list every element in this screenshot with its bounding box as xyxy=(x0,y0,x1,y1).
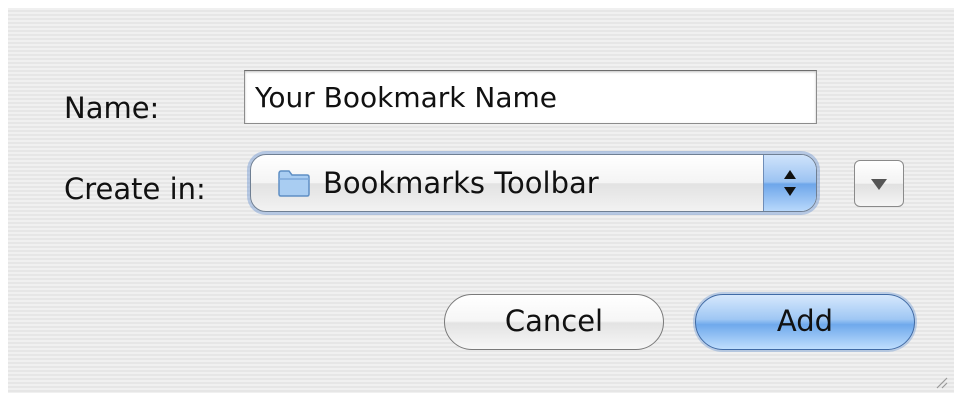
popup-stepper[interactable] xyxy=(763,155,816,211)
create-in-popup[interactable]: Bookmarks Toolbar xyxy=(250,154,817,212)
triangle-down-icon xyxy=(871,179,887,190)
create-in-selected-value: Bookmarks Toolbar xyxy=(323,166,599,200)
cancel-button[interactable]: Cancel xyxy=(444,294,664,350)
resize-grip-icon[interactable] xyxy=(934,375,948,389)
name-label: Name: xyxy=(64,91,160,125)
up-down-arrows-icon xyxy=(784,170,796,196)
create-in-label: Create in: xyxy=(64,172,206,206)
add-button[interactable]: Add xyxy=(695,294,915,350)
add-bookmark-dialog: Name: Create in: Bookmarks Toolbar Cance… xyxy=(8,8,954,393)
name-field[interactable] xyxy=(244,70,817,124)
expand-folders-button[interactable] xyxy=(854,160,904,207)
folder-icon xyxy=(278,170,310,197)
